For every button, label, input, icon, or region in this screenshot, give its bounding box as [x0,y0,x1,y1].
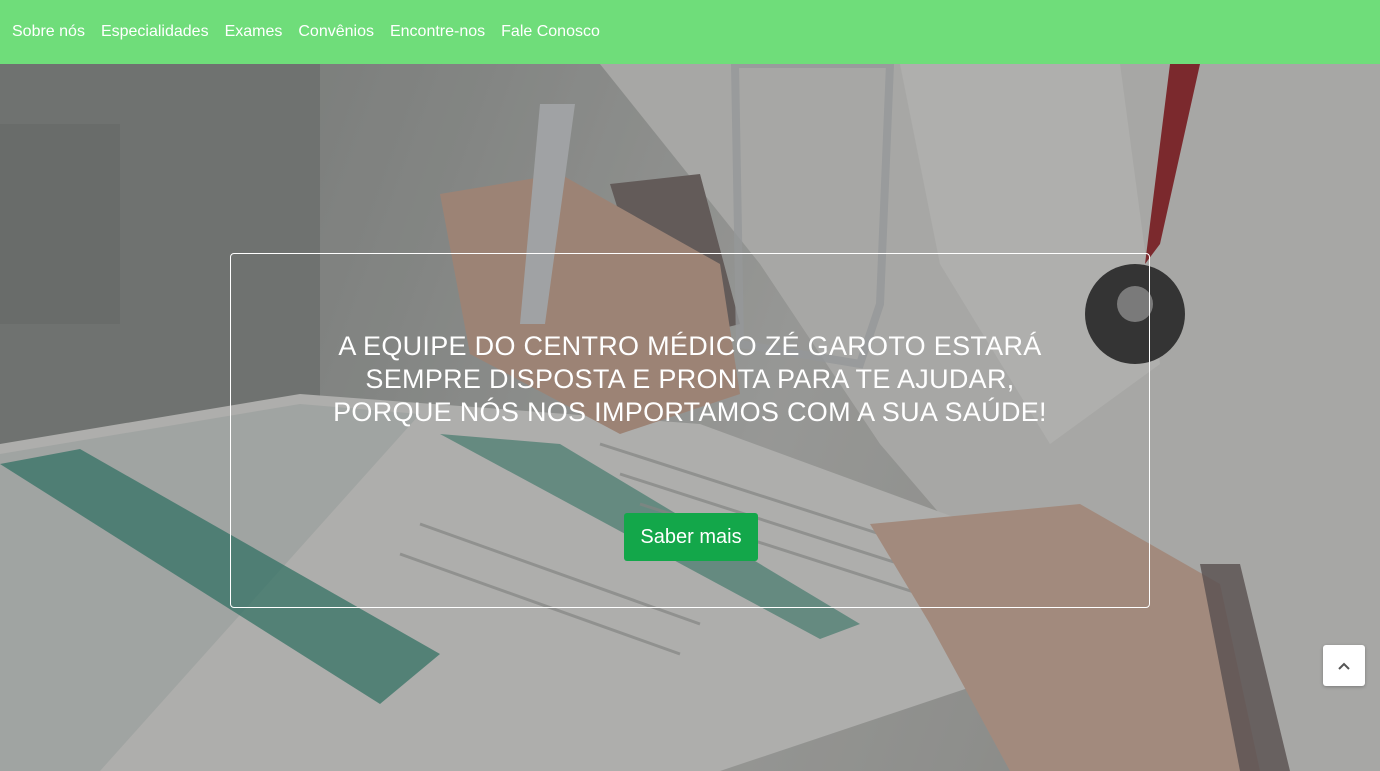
hero-headline: A EQUIPE DO CENTRO MÉDICO ZÉ GAROTO ESTA… [333,331,1047,427]
nav-item-encontre-nos[interactable]: Encontre-nos [382,2,493,62]
nav-item-exames[interactable]: Exames [217,2,291,62]
hero-content-box: A EQUIPE DO CENTRO MÉDICO ZÉ GAROTO ESTA… [230,253,1150,608]
nav-item-fale-conosco[interactable]: Fale Conosco [493,2,608,62]
nav-item-especialidades[interactable]: Especialidades [93,2,217,62]
nav-item-sobre-nos[interactable]: Sobre nós [4,2,93,62]
nav-menu: Sobre nós Especialidades Exames Convênio… [0,0,1380,64]
top-navbar: Sobre nós Especialidades Exames Convênio… [0,0,1380,64]
saber-mais-button[interactable]: Saber mais [624,513,758,561]
nav-item-convenios[interactable]: Convênios [290,2,382,62]
chevron-up-icon [1338,662,1350,670]
scroll-to-top-button[interactable] [1323,645,1365,686]
